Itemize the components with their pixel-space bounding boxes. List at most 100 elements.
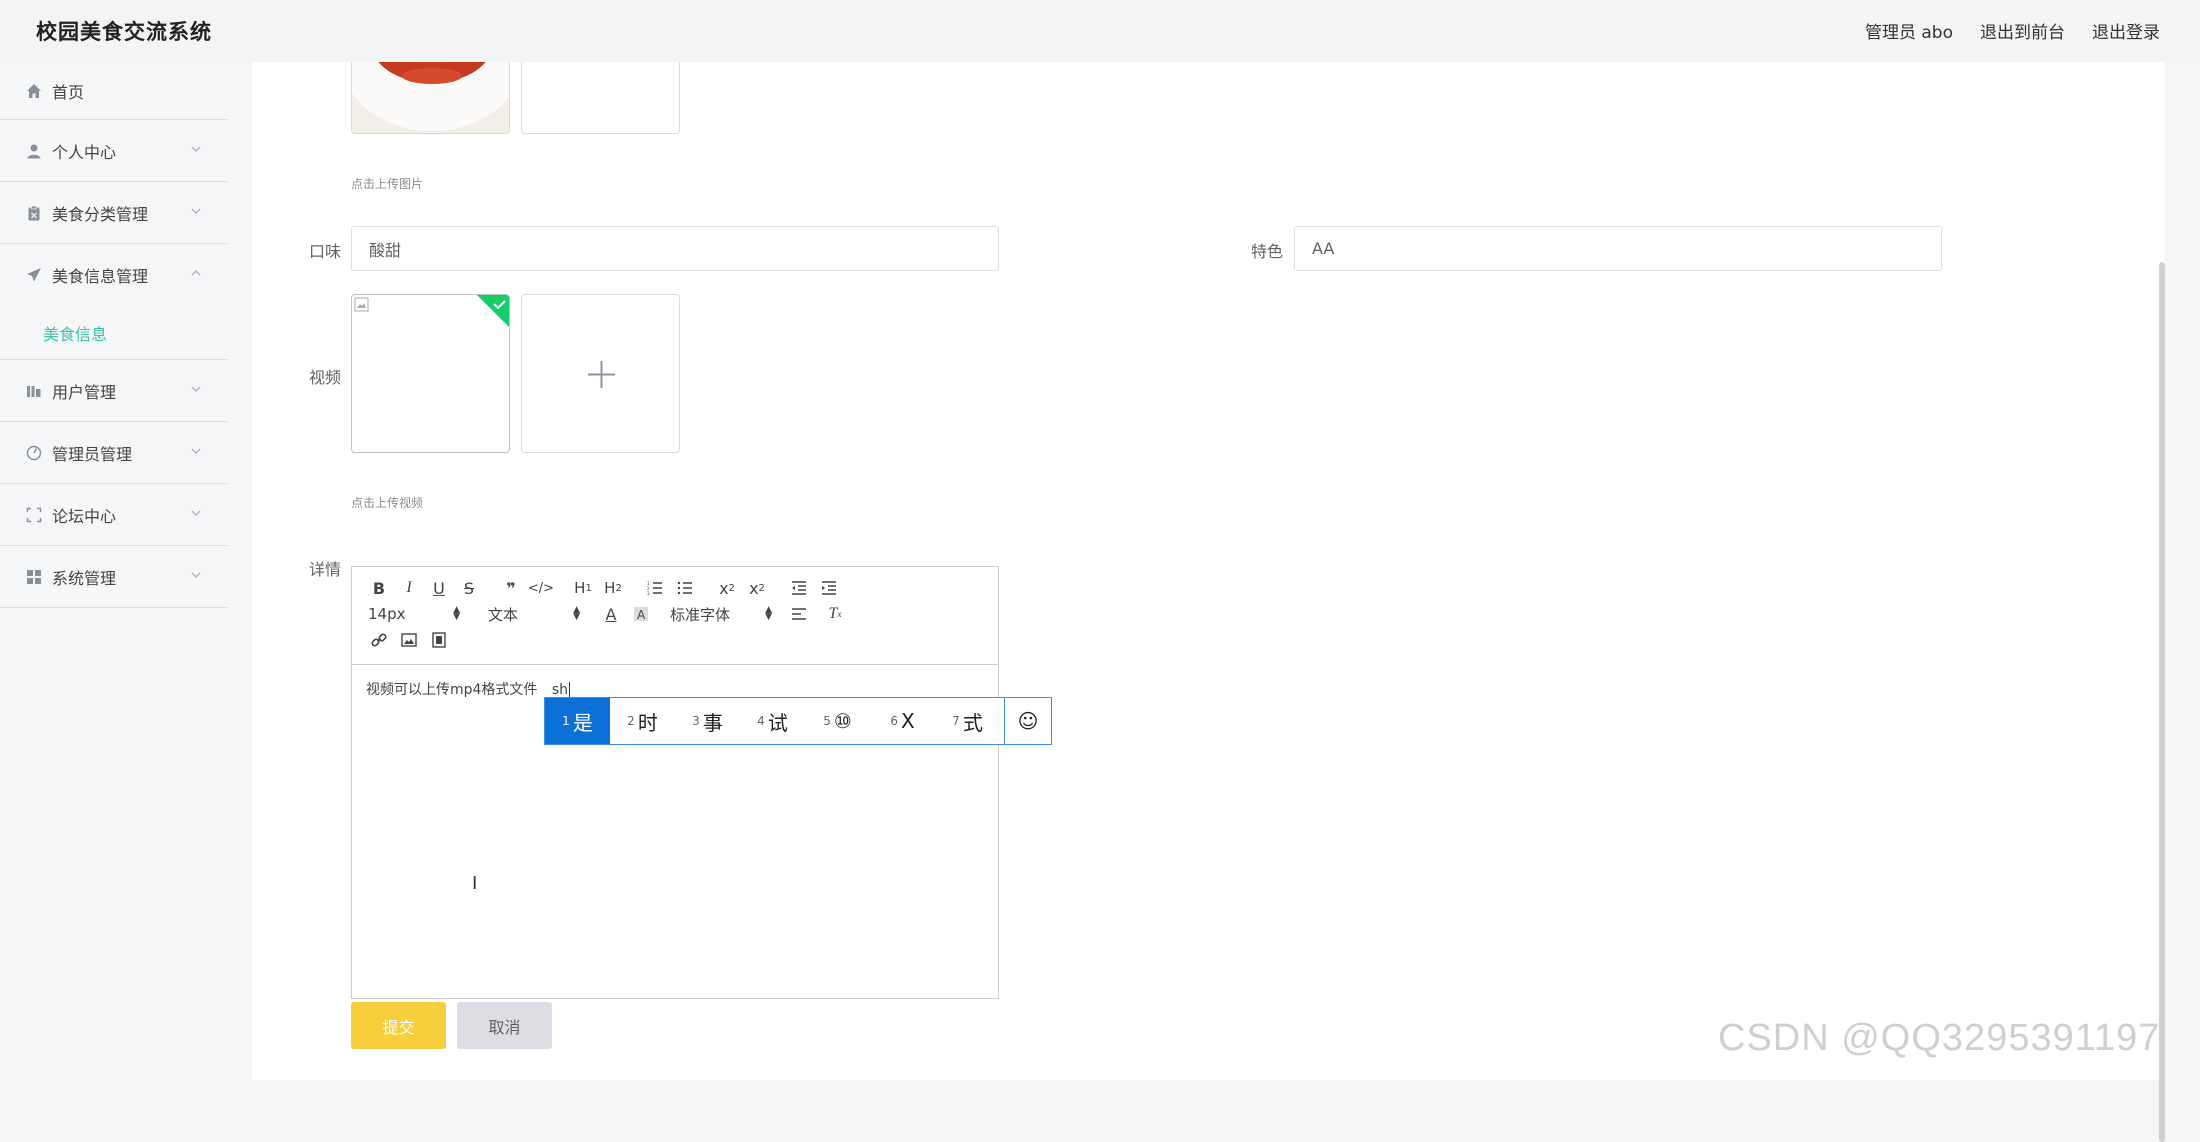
emoji-icon[interactable]: ☺ [1004, 698, 1051, 744]
taste-input[interactable]: 酸甜 [351, 226, 999, 271]
select-arrows-icon: ▲ ▼ [573, 605, 580, 622]
sidebar-item-forum-center[interactable]: 论坛中心 [0, 484, 227, 546]
chevron-down-icon [189, 142, 203, 156]
bullet-list-button[interactable] [670, 576, 700, 600]
submit-button[interactable]: 提交 [351, 1002, 446, 1049]
sidebar: 首页 个人中心 美食分类管理 美食信息管理 美食信息 用户管理 管理员管理 论坛… [0, 62, 227, 1080]
editor-text: 视频可以上传mp4格式文件 [366, 682, 538, 698]
italic-button[interactable]: I [394, 576, 424, 600]
exit-to-front-link[interactable]: 退出到前台 [1980, 18, 2065, 43]
font-family-value: 标准字体 [670, 605, 731, 624]
video-label: 视频 [309, 368, 342, 387]
ibeam-cursor-icon: I [472, 873, 478, 894]
feature-label: 特色 [1251, 242, 1284, 261]
header-actions: 管理员 abo 退出到前台 退出登录 [1865, 18, 2160, 43]
sidebar-item-system-management[interactable]: 系统管理 [0, 546, 227, 608]
sidebar-item-label: 管理员管理 [52, 444, 133, 464]
ime-candidate[interactable]: 5⑩ [805, 698, 870, 744]
video-upload-hint: 点击上传视频 [351, 496, 424, 510]
sidebar-item-label: 系统管理 [52, 568, 117, 588]
underline-button[interactable]: U [424, 576, 454, 600]
ime-candidate[interactable]: 7式 [935, 698, 1000, 744]
ime-candidate[interactable]: 1是 [545, 698, 610, 744]
plus-icon [588, 361, 615, 388]
current-user[interactable]: 管理员 abo [1865, 18, 1953, 43]
top-header: 校园美食交流系统 管理员 abo 退出到前台 退出登录 [0, 0, 2200, 62]
watermark: CSDN @QQ3295391197 [1718, 1017, 2161, 1059]
sidebar-item-food-info-management[interactable]: 美食信息管理 [0, 244, 227, 306]
ime-candidate[interactable]: 3事 [675, 698, 740, 744]
heading2-button[interactable]: H2 [598, 576, 628, 600]
chart-icon [26, 383, 42, 399]
chevron-down-icon [189, 382, 203, 396]
block-type-select[interactable]: 文本 ▲ ▼ [484, 602, 584, 626]
scrollbar[interactable] [2159, 262, 2165, 1142]
svg-text:3: 3 [647, 591, 650, 595]
ime-candidate[interactable]: 6X [870, 698, 935, 744]
cancel-button[interactable]: 取消 [457, 1002, 552, 1049]
sidebar-item-label: 美食分类管理 [52, 204, 149, 224]
font-size-select[interactable]: 14px ▲ ▼ [364, 602, 464, 626]
font-family-select[interactable]: 标准字体 ▲ ▼ [666, 602, 776, 626]
video-upload-add-button[interactable] [521, 294, 680, 453]
bold-button[interactable]: B [364, 576, 394, 600]
clipboard-icon [26, 205, 42, 221]
video-icon[interactable] [424, 628, 454, 652]
feature-input[interactable]: AA [1294, 226, 1942, 271]
send-icon [26, 267, 42, 283]
align-button[interactable] [784, 602, 814, 626]
rich-text-editor: B I U S ❞ </> H1 H2 123 x2 x2 14px ▲ ▼ 文… [351, 566, 999, 999]
chevron-down-icon [189, 568, 203, 582]
sidebar-item-category-management[interactable]: 美食分类管理 [0, 182, 227, 244]
font-size-value: 14px [368, 605, 406, 623]
sidebar-item-label: 美食信息管理 [52, 267, 149, 286]
text-caret [569, 682, 571, 698]
clear-format-button[interactable]: Tx [820, 602, 850, 626]
ime-candidate[interactable]: 2时 [610, 698, 675, 744]
grid-icon [26, 569, 42, 585]
superscript-button[interactable]: x2 [742, 576, 772, 600]
detail-label: 详情 [309, 560, 342, 579]
home-icon [26, 83, 42, 99]
taste-label: 口味 [309, 242, 342, 261]
strikethrough-button[interactable]: S [454, 576, 484, 600]
video-thumbnail[interactable] [351, 294, 510, 453]
link-icon[interactable] [364, 628, 394, 652]
select-arrows-icon: ▲ ▼ [765, 605, 772, 622]
ime-candidate-bar: 1是 2时 3事 4试 5⑩ 6X 7式 ☺ [544, 697, 1052, 745]
gauge-icon [26, 445, 42, 461]
toolbar-row-2: 14px ▲ ▼ 文本 ▲ ▼ A A 标准字体 ▲ ▼ Tx [364, 601, 986, 627]
indent-button[interactable] [814, 576, 844, 600]
font-color-button[interactable]: A [596, 602, 626, 626]
upload-success-icon [477, 295, 509, 327]
chevron-down-icon [189, 444, 203, 458]
sidebar-item-admin-management[interactable]: 管理员管理 [0, 422, 227, 484]
sidebar-item-home[interactable]: 首页 [0, 62, 227, 120]
image-upload-hint: 点击上传图片 [351, 177, 424, 191]
sidebar-subitem-food-info[interactable]: 美食信息 [0, 306, 227, 360]
background-color-button[interactable]: A [626, 602, 656, 626]
heading1-button[interactable]: H1 [568, 576, 598, 600]
image-icon[interactable] [394, 628, 424, 652]
block-type-value: 文本 [488, 605, 519, 624]
sidebar-item-personal-center[interactable]: 个人中心 [0, 120, 227, 182]
sidebar-item-label: 论坛中心 [52, 506, 117, 526]
outdent-button[interactable] [784, 576, 814, 600]
ordered-list-button[interactable]: 123 [640, 576, 670, 600]
ime-candidate[interactable]: 4试 [740, 698, 805, 744]
blockquote-button[interactable]: ❞ [496, 576, 526, 600]
toolbar-row-3 [364, 627, 986, 653]
app-title: 校园美食交流系统 [36, 20, 212, 44]
broken-image-icon [354, 297, 369, 312]
logout-link[interactable]: 退出登录 [2092, 18, 2160, 43]
toolbar-row-1: B I U S ❞ </> H1 H2 123 x2 x2 [364, 575, 986, 601]
subscript-button[interactable]: x2 [712, 576, 742, 600]
sidebar-item-label: 个人中心 [52, 142, 117, 162]
code-block-button[interactable]: </> [526, 576, 556, 600]
svg-text:A: A [637, 608, 646, 622]
sidebar-item-user-management[interactable]: 用户管理 [0, 360, 227, 422]
sidebar-item-label: 首页 [52, 82, 85, 102]
user-icon [26, 143, 42, 159]
editor-toolbar: B I U S ❞ </> H1 H2 123 x2 x2 14px ▲ ▼ 文… [352, 567, 998, 665]
chevron-down-icon [189, 204, 203, 218]
